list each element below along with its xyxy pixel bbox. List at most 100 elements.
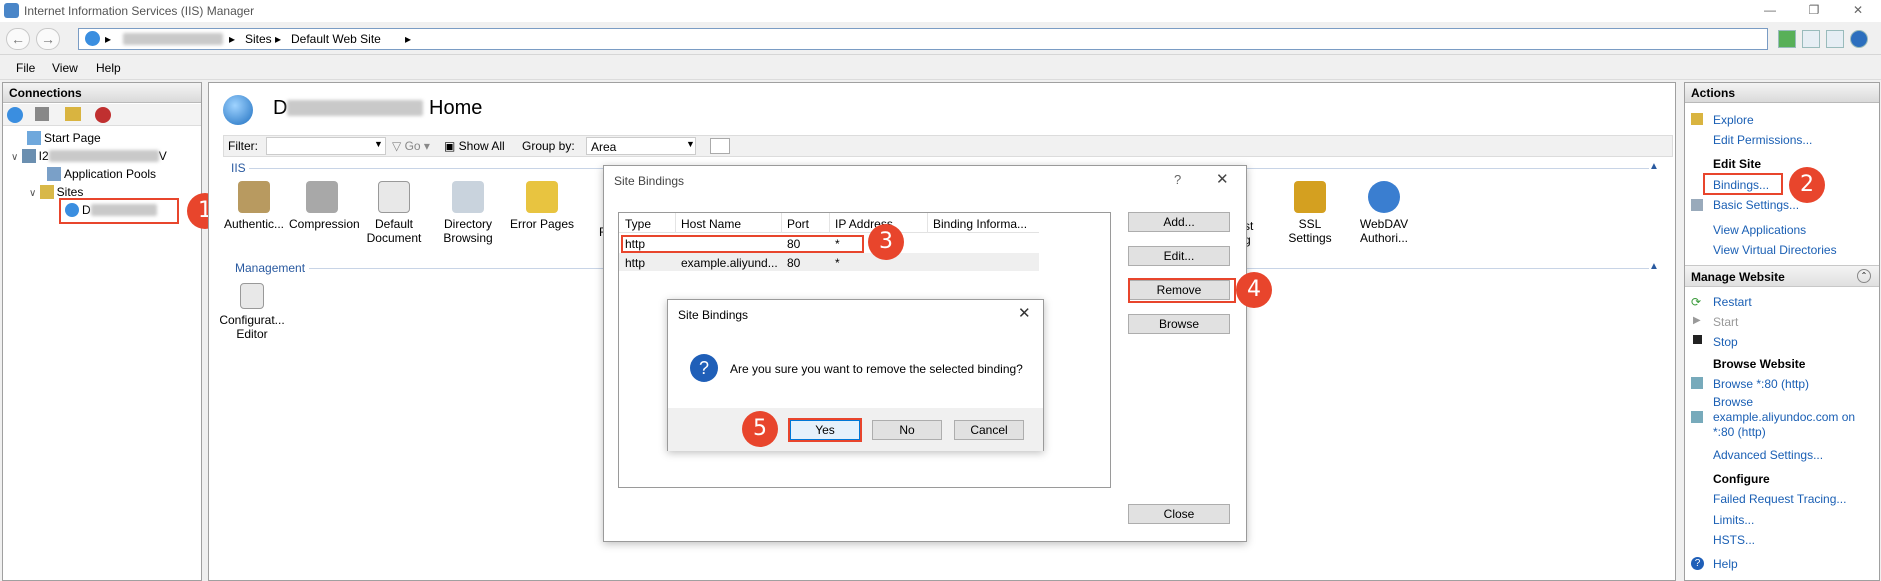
column-header[interactable]: Host Name bbox=[681, 217, 741, 231]
chevron-down-icon: ∨ bbox=[29, 188, 37, 199]
minimize-icon[interactable]: — bbox=[1762, 3, 1778, 17]
window-titlebar: Internet Information Services (IIS) Mana… bbox=[0, 0, 1881, 22]
filter-input[interactable] bbox=[266, 137, 386, 155]
limits-link[interactable]: Limits... bbox=[1713, 513, 1754, 527]
iis-app-icon bbox=[4, 3, 19, 18]
dialog-close-icon[interactable]: ✕ bbox=[1216, 170, 1229, 188]
globe-icon bbox=[85, 31, 100, 46]
filter-label: Filter: bbox=[228, 139, 258, 153]
section-management-label: Management bbox=[235, 261, 306, 275]
view-applications-link[interactable]: View Applications bbox=[1713, 223, 1806, 237]
disconnect-icon[interactable] bbox=[95, 107, 111, 123]
browse-binding-button[interactable]: Browse bbox=[1128, 314, 1230, 334]
window-title: Internet Information Services (IIS) Mana… bbox=[24, 4, 255, 18]
binding-row[interactable]: http example.aliyund... 80 * bbox=[619, 253, 1039, 271]
add-binding-button[interactable]: Add... bbox=[1128, 212, 1230, 232]
tree-start-page[interactable]: Start Page bbox=[27, 131, 101, 145]
dialog-help-icon[interactable]: ? bbox=[1174, 172, 1181, 187]
tree-server[interactable]: ∨ I2 V bbox=[11, 149, 167, 163]
no-button[interactable]: No bbox=[872, 420, 942, 440]
menu-help[interactable]: Help bbox=[96, 61, 121, 75]
column-header[interactable]: Type bbox=[625, 217, 651, 231]
browse-example-link-line1[interactable]: Browse bbox=[1713, 395, 1753, 409]
collapse-iis-icon[interactable]: ▲ bbox=[1649, 161, 1659, 172]
collapse-management-icon[interactable]: ▲ bbox=[1649, 261, 1659, 272]
failed-request-tracing-link[interactable]: Failed Request Tracing... bbox=[1713, 492, 1846, 506]
back-arrow-icon[interactable]: ← bbox=[6, 28, 30, 50]
help-icon[interactable] bbox=[1850, 30, 1868, 48]
menu-view[interactable]: View bbox=[52, 61, 78, 75]
tree-sites[interactable]: ∨ Sites bbox=[29, 185, 83, 199]
browse-example-link-line3[interactable]: *:80 (http) bbox=[1713, 425, 1766, 439]
breadcrumb-site[interactable]: Default Web Site bbox=[291, 32, 381, 46]
connections-title: Connections bbox=[3, 83, 201, 103]
edit-site-heading: Edit Site bbox=[1713, 157, 1762, 171]
breadcrumb-sites[interactable]: Sites bbox=[245, 32, 272, 46]
edit-permissions-link[interactable]: Edit Permissions... bbox=[1713, 133, 1812, 147]
dropdown-arrow-icon[interactable]: ▼ bbox=[686, 139, 695, 149]
show-all-button[interactable]: ▣ Show All bbox=[444, 139, 505, 153]
feature-compression[interactable]: Compression bbox=[289, 181, 360, 231]
close-dialog-button[interactable]: Close bbox=[1128, 504, 1230, 524]
advanced-settings-link[interactable]: Advanced Settings... bbox=[1713, 448, 1823, 462]
group-by-select[interactable]: Area bbox=[586, 137, 696, 155]
menu-file[interactable]: File bbox=[16, 61, 35, 75]
address-path[interactable]: ▸ ▸ Sites ▸ Default Web Site ▸ bbox=[78, 28, 1768, 50]
connect-icon[interactable] bbox=[7, 107, 23, 123]
forward-arrow-icon[interactable]: → bbox=[36, 28, 60, 50]
tree-application-pools[interactable]: Application Pools bbox=[47, 167, 156, 181]
folder-icon[interactable] bbox=[65, 107, 81, 121]
help-icon: ? bbox=[1691, 557, 1704, 570]
configure-heading: Configure bbox=[1713, 472, 1770, 486]
chevron-right-icon: ▸ bbox=[229, 32, 236, 46]
feature-ssl-settings[interactable]: SSL Settings bbox=[1277, 181, 1343, 245]
view-virtual-directories-link[interactable]: View Virtual Directories bbox=[1713, 243, 1837, 257]
save-icon[interactable] bbox=[35, 107, 49, 121]
dialog-title: Site Bindings bbox=[614, 174, 685, 188]
go-button[interactable]: ▽ Go ▾ bbox=[392, 139, 430, 153]
question-icon: ? bbox=[690, 354, 718, 382]
connections-toolbar bbox=[3, 104, 201, 126]
feature-authentication[interactable]: Authentic... bbox=[221, 181, 287, 231]
actions-title: Actions bbox=[1685, 83, 1879, 103]
callout-box-2 bbox=[1703, 173, 1783, 195]
stop-link[interactable]: Stop bbox=[1713, 335, 1738, 349]
restore-icon[interactable]: ❐ bbox=[1806, 3, 1822, 17]
explore-link[interactable]: Explore bbox=[1713, 113, 1754, 127]
feature-error-pages[interactable]: Error Pages bbox=[509, 181, 575, 231]
directory-browsing-icon bbox=[452, 181, 484, 213]
collapse-icon[interactable]: ⌃ bbox=[1857, 269, 1871, 283]
stop-icon[interactable] bbox=[1802, 30, 1820, 48]
browse-example-link-line2[interactable]: example.aliyundoc.com on bbox=[1713, 410, 1855, 424]
feature-default-document[interactable]: Default Document bbox=[361, 181, 427, 245]
column-header[interactable]: Port bbox=[787, 217, 809, 231]
section-iis-label: IIS bbox=[231, 161, 246, 175]
group-by-label: Group by: bbox=[522, 139, 575, 153]
dropdown-arrow-icon[interactable]: ▼ bbox=[374, 139, 383, 149]
home-icon[interactable] bbox=[1826, 30, 1844, 48]
basic-settings-link[interactable]: Basic Settings... bbox=[1713, 198, 1799, 212]
globe-icon bbox=[223, 95, 253, 125]
callout-box-5 bbox=[788, 418, 862, 442]
restart-link[interactable]: Restart bbox=[1713, 295, 1752, 309]
callout-3: 3 bbox=[868, 224, 904, 260]
view-mode-icon[interactable] bbox=[710, 138, 730, 154]
manage-website-header[interactable]: Manage Website ⌃ bbox=[1685, 265, 1879, 287]
confirm-close-icon[interactable]: ✕ bbox=[1018, 304, 1031, 322]
browse-80-link[interactable]: Browse *:80 (http) bbox=[1713, 377, 1809, 391]
refresh-icon[interactable] bbox=[1778, 30, 1796, 48]
close-window-icon[interactable]: ✕ bbox=[1850, 3, 1866, 17]
hsts-link[interactable]: HSTS... bbox=[1713, 533, 1755, 547]
feature-configuration-editor[interactable]: Configurat... Editor bbox=[219, 283, 285, 341]
cancel-button[interactable]: Cancel bbox=[954, 420, 1024, 440]
chevron-right-icon: ▸ bbox=[105, 32, 112, 46]
explore-icon bbox=[1691, 113, 1703, 125]
lock-icon bbox=[1294, 181, 1326, 213]
start-link[interactable]: Start bbox=[1713, 315, 1738, 329]
page-title: D Home bbox=[273, 97, 483, 119]
column-header[interactable]: Binding Informa... bbox=[933, 217, 1027, 231]
help-link[interactable]: Help bbox=[1713, 557, 1738, 571]
feature-webdav[interactable]: WebDAV Authori... bbox=[1351, 181, 1417, 245]
feature-directory-browsing[interactable]: Directory Browsing bbox=[435, 181, 501, 245]
edit-binding-button[interactable]: Edit... bbox=[1128, 246, 1230, 266]
